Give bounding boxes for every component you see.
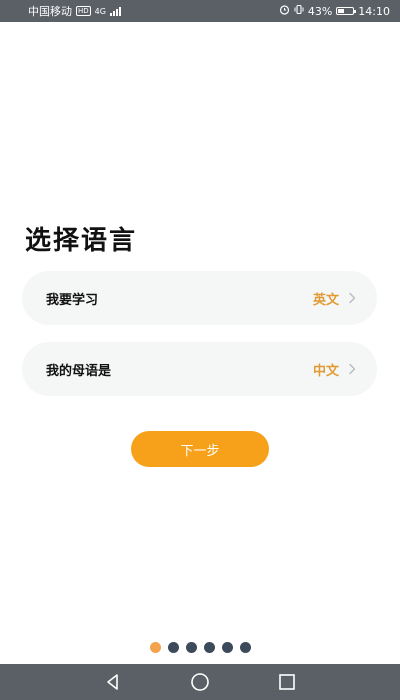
native-language-label: 我的母语是 (46, 363, 112, 379)
carrier-name: 中国移动 (28, 5, 72, 18)
native-language-selector[interactable]: 中文 (313, 360, 357, 379)
home-circle-icon (191, 673, 209, 691)
chevron-right-icon (349, 292, 356, 304)
page-dot (204, 642, 215, 653)
page-dot (150, 642, 161, 653)
nav-back-button[interactable] (98, 667, 128, 697)
alarm-icon (279, 4, 290, 18)
page-dot (222, 642, 233, 653)
battery-percent: 43% (307, 4, 333, 18)
page-indicator (150, 642, 251, 653)
nav-home-button[interactable] (185, 667, 215, 697)
system-nav-bar (0, 664, 400, 700)
recent-square-icon (278, 674, 295, 690)
page-dot (168, 642, 179, 653)
battery-icon (336, 7, 357, 15)
page-title: 选择语言 (25, 226, 138, 256)
page-dot (240, 642, 251, 653)
page-dot (186, 642, 197, 653)
status-bar: 中国移动 HD 4G 43% 14:10 (0, 0, 400, 22)
back-triangle-icon (107, 674, 119, 690)
hd-badge: HD (76, 6, 91, 16)
nav-recent-button[interactable] (272, 667, 302, 697)
learn-language-row[interactable]: 我要学习 英文 (22, 271, 377, 325)
status-right: 43% 14:10 (279, 4, 390, 18)
vibrate-icon (294, 4, 304, 18)
next-step-button[interactable]: 下一步 (131, 431, 269, 467)
status-left: 中国移动 HD 4G (28, 3, 121, 19)
signal-icon (109, 6, 121, 16)
chevron-right-icon (349, 363, 356, 375)
network-type: 4G (94, 6, 106, 16)
learn-language-selector[interactable]: 英文 (313, 289, 357, 308)
native-language-value: 中文 (312, 363, 339, 379)
learn-language-value: 英文 (312, 292, 339, 308)
clock: 14:10 (358, 4, 390, 18)
native-language-row[interactable]: 我的母语是 中文 (22, 342, 377, 396)
learn-language-label: 我要学习 (46, 292, 99, 308)
